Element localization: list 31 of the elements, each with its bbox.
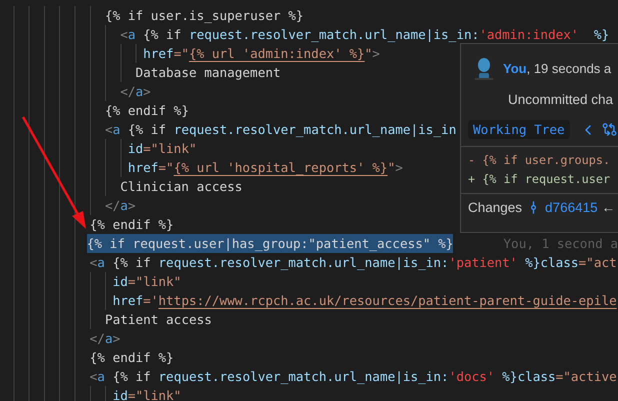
code-line: {% endif %} xyxy=(90,349,174,367)
diff-line: - {% if user.groups. xyxy=(468,152,612,169)
commit-link[interactable]: d766415 xyxy=(545,200,598,215)
code-line: id="link" xyxy=(112,387,182,401)
avatar-icon xyxy=(474,56,494,80)
code-line: <a {% if request.resolver_match.url_name|is_in xyxy=(104,121,456,139)
code-line: href='https://www.rcpch.ac.uk/resources/patient-parent-guide-epile xyxy=(112,292,617,310)
arrow-left-icon[interactable]: ← xyxy=(602,200,616,215)
code-line: href="{% url 'hospital_reports' %}"> xyxy=(128,159,403,177)
code-line: id="link" xyxy=(112,273,182,291)
code-line: {% endif %} xyxy=(104,102,189,120)
code-line: Clinician access xyxy=(120,178,242,196)
blame-annotation: You, 1 second a xyxy=(503,236,618,251)
code-line: </a> xyxy=(104,197,136,215)
code-line: id="link" xyxy=(128,140,197,158)
code-line: {% if user.is_superuser %} xyxy=(104,7,304,25)
code-line: <a {% if request.resolver_match.url_name|is_in:'admin:index' %} xyxy=(120,26,610,44)
code-line: </a> xyxy=(90,330,120,348)
code-line: Database management xyxy=(135,64,281,82)
diff-line: + {% if request.user xyxy=(468,171,612,188)
compare-icon[interactable] xyxy=(602,122,617,137)
working-tree-badge[interactable]: Working Tree xyxy=(468,120,570,139)
code-line: <a {% if request.resolver_match.url_name|is_in:'docs' %}class="active xyxy=(90,368,617,386)
commit-author: You, 19 seconds a xyxy=(503,60,612,76)
code-line: </a> xyxy=(120,83,151,101)
commit-message: Uncommitted cha xyxy=(507,91,614,107)
changes-label: Changes xyxy=(468,200,522,215)
code-line: <a {% if request.resolver_match.url_name|is_in:'patient' %}class="act xyxy=(90,254,617,272)
code-line: {% endif %} xyxy=(90,216,174,234)
code-line: Patient access xyxy=(104,311,212,329)
code-line: href="{% url 'admin:index' %}"> xyxy=(143,45,380,63)
